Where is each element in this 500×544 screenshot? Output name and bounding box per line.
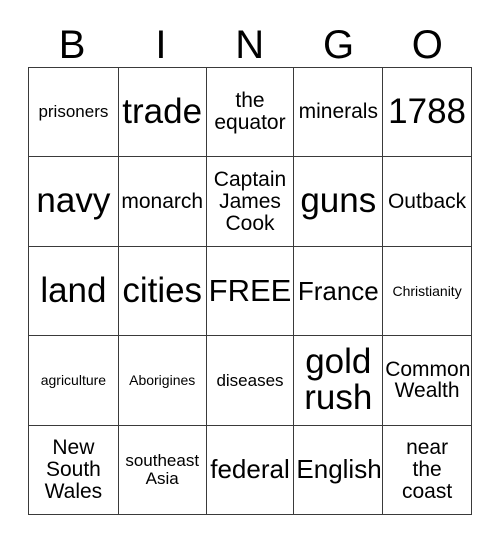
- bingo-row: agriculture Aborigines diseases gold rus…: [29, 336, 472, 426]
- bingo-cell-label: land: [40, 270, 107, 310]
- bingo-cell-label: prisoners: [38, 102, 109, 122]
- bingo-cell[interactable]: Captain James Cook: [206, 157, 295, 247]
- bingo-cell[interactable]: minerals: [294, 68, 384, 158]
- bingo-cell-label: the equator: [214, 89, 286, 135]
- bingo-header-row: B I N G O: [28, 14, 472, 67]
- bingo-cell[interactable]: prisoners: [29, 68, 119, 158]
- bingo-cell[interactable]: southeast Asia: [118, 425, 207, 516]
- bingo-cell-label: agriculture: [40, 372, 107, 389]
- bingo-cell-label: guns: [300, 181, 377, 221]
- bingo-cell-label: Outback: [387, 189, 467, 213]
- bingo-cell[interactable]: Outback: [383, 157, 472, 247]
- bingo-cell-label: Common Wealth: [385, 357, 471, 403]
- bingo-header-letter-o: O: [411, 23, 444, 67]
- bingo-cell[interactable]: New South Wales: [29, 425, 119, 516]
- bingo-cell-label: FREE: [208, 272, 292, 308]
- bingo-cell[interactable]: gold rush: [294, 336, 384, 426]
- bingo-cell[interactable]: agriculture: [29, 336, 119, 426]
- bingo-cell-label: France: [297, 275, 379, 306]
- bingo-cell[interactable]: monarch: [118, 157, 207, 247]
- bingo-cell[interactable]: 1788: [383, 68, 472, 158]
- bingo-header-letter-i: I: [155, 23, 167, 67]
- bingo-cell[interactable]: navy: [29, 157, 119, 247]
- bingo-cell-label: federal: [210, 454, 290, 485]
- bingo-cell-label: southeast Asia: [125, 451, 200, 488]
- bingo-cell-label: cities: [122, 270, 203, 310]
- bingo-cell-label: minerals: [298, 100, 378, 124]
- bingo-cell[interactable]: trade: [118, 68, 207, 158]
- bingo-cell-free-space[interactable]: FREE: [206, 246, 295, 337]
- bingo-cell-label: monarch: [121, 189, 204, 213]
- bingo-row: land cities FREE France Christianity: [29, 246, 472, 337]
- bingo-cell[interactable]: France: [294, 246, 384, 337]
- bingo-card: B I N G O prisoners trade the equator mi…: [0, 0, 500, 544]
- bingo-cell[interactable]: Common Wealth: [383, 336, 472, 426]
- bingo-cell-label: 1788: [388, 92, 467, 131]
- bingo-cell[interactable]: land: [29, 246, 119, 337]
- bingo-cell-label: gold rush: [304, 342, 373, 418]
- bingo-cell[interactable]: cities: [118, 246, 207, 337]
- bingo-cell-label: New South Wales: [44, 436, 103, 503]
- bingo-cell[interactable]: diseases: [206, 336, 295, 426]
- bingo-header-letter-b: B: [58, 23, 86, 67]
- bingo-cell[interactable]: the equator: [206, 68, 295, 158]
- bingo-cell-label: Christianity: [392, 282, 462, 299]
- bingo-cell-label: English: [296, 454, 382, 485]
- bingo-cell[interactable]: English: [294, 425, 384, 516]
- bingo-grid: prisoners trade the equator minerals 178…: [28, 67, 472, 516]
- bingo-row: New South Wales southeast Asia federal E…: [29, 425, 472, 516]
- bingo-cell[interactable]: near the coast: [383, 425, 472, 516]
- bingo-cell-label: trade: [122, 92, 203, 131]
- bingo-cell[interactable]: federal: [206, 425, 295, 516]
- bingo-row: navy monarch Captain James Cook guns Out…: [29, 157, 472, 247]
- bingo-cell[interactable]: Christianity: [383, 246, 472, 337]
- bingo-cell[interactable]: guns: [294, 157, 384, 247]
- bingo-header-letter-n: N: [235, 23, 265, 67]
- bingo-cell-label: navy: [36, 181, 111, 221]
- bingo-header-letter-g: G: [322, 23, 355, 67]
- bingo-cell-label: diseases: [216, 370, 284, 390]
- bingo-cell-label: near the coast: [401, 436, 453, 503]
- bingo-row: prisoners trade the equator minerals 178…: [29, 68, 472, 158]
- bingo-cell-label: Captain James Cook: [213, 167, 287, 235]
- bingo-cell-label: Aborigines: [129, 372, 196, 389]
- bingo-cell[interactable]: Aborigines: [118, 336, 207, 426]
